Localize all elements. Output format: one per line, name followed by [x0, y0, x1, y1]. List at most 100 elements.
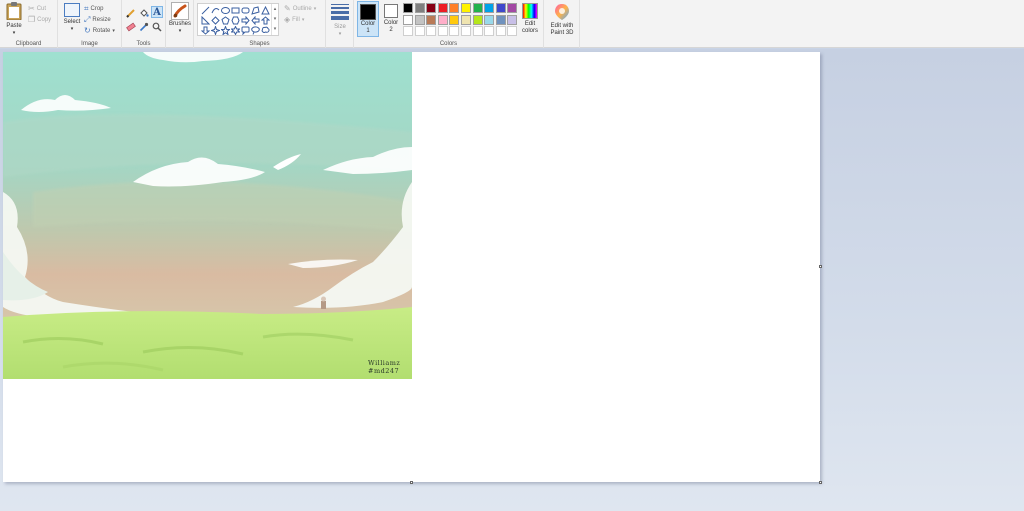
color-swatch[interactable]	[484, 26, 495, 36]
magnifier-icon[interactable]	[151, 21, 163, 33]
color-swatch[interactable]	[414, 14, 425, 25]
fill-icon[interactable]	[138, 7, 150, 19]
hexagon-icon[interactable]	[230, 15, 240, 25]
paste-label: Paste	[6, 23, 22, 29]
fill-bucket-icon: ◈	[284, 15, 291, 24]
rectangle-icon[interactable]	[230, 5, 240, 15]
color2-swatch	[384, 4, 398, 18]
curve-icon[interactable]	[210, 5, 220, 15]
color-swatch[interactable]	[414, 26, 425, 36]
color-swatch[interactable]	[426, 14, 437, 25]
color-swatch[interactable]	[426, 26, 437, 36]
paste-button[interactable]: Paste ▾	[4, 2, 24, 37]
paint3d-icon	[555, 4, 569, 20]
shapes-group: ▴ ▾ ▾ ✎ Outline ▾ ◈ Fill ▾ Shapes	[194, 0, 326, 48]
polygon-icon[interactable]	[250, 5, 260, 15]
five-point-star-icon[interactable]	[220, 25, 230, 35]
diamond-icon[interactable]	[210, 15, 220, 25]
pentagon-icon[interactable]	[220, 15, 230, 25]
color-swatch[interactable]	[449, 3, 460, 13]
copy-button[interactable]: ❐ Copy	[28, 15, 51, 24]
color-swatch[interactable]	[437, 3, 448, 13]
color-swatch[interactable]	[507, 26, 518, 36]
rounded-callout-icon[interactable]	[240, 25, 250, 35]
image-group: Select ▾ ⌗ Crop ⤢ Resize ↻ Rotate ▾ Imag…	[58, 0, 122, 48]
up-arrow-icon[interactable]	[260, 15, 270, 25]
line-width-icon	[331, 4, 349, 20]
color-swatch[interactable]	[414, 3, 425, 13]
color-swatch[interactable]	[472, 26, 483, 36]
select-icon	[64, 3, 80, 17]
outline-icon: ✎	[284, 4, 291, 13]
color-swatch[interactable]	[495, 3, 506, 13]
drawing-canvas[interactable]: Williamz #md247	[3, 52, 820, 482]
canvas-resize-handle-bottom[interactable]	[410, 481, 413, 484]
edit-with-paint3d-button[interactable]: Edit with Paint 3D	[546, 2, 578, 37]
scissors-icon: ✂	[28, 4, 35, 13]
color-swatch[interactable]	[472, 14, 483, 25]
pasted-landscape-artwork[interactable]	[3, 52, 412, 379]
right-arrow-icon[interactable]	[240, 15, 250, 25]
color-swatch[interactable]	[495, 14, 506, 25]
color-swatch[interactable]	[437, 14, 448, 25]
resize-button[interactable]: ⤢ Resize	[84, 15, 111, 25]
cut-button[interactable]: ✂ Cut	[28, 4, 46, 13]
eraser-icon[interactable]	[125, 21, 137, 33]
color-swatch[interactable]	[484, 14, 495, 25]
color-swatch[interactable]	[449, 26, 460, 36]
line-icon[interactable]	[200, 5, 210, 15]
fill-button[interactable]: ◈ Fill ▾	[284, 15, 304, 24]
canvas-resize-handle-right[interactable]	[819, 265, 822, 268]
color-wheel-icon	[522, 3, 538, 19]
cloud-callout-icon[interactable]	[260, 25, 270, 35]
color-swatch[interactable]	[461, 26, 471, 36]
outline-button[interactable]: ✎ Outline ▾	[284, 4, 316, 13]
oval-icon[interactable]	[220, 5, 230, 15]
color2-label: Color 2	[383, 20, 399, 33]
artwork-signature: Williamz #md247	[368, 359, 400, 375]
color-swatch[interactable]	[484, 3, 495, 13]
color-swatch[interactable]	[449, 14, 460, 25]
oval-callout-icon[interactable]	[250, 25, 260, 35]
color-swatch[interactable]	[426, 3, 437, 13]
color-swatch[interactable]	[507, 3, 518, 13]
tools-group: A Tools	[122, 0, 166, 48]
color-swatch[interactable]	[403, 14, 413, 25]
chevron-down-icon: ▾	[338, 31, 342, 37]
brushes-button[interactable]: Brushes ▾	[167, 2, 193, 35]
color-swatch[interactable]	[461, 14, 471, 25]
outline-label: Outline	[292, 5, 312, 12]
select-button[interactable]: Select ▾	[61, 2, 83, 33]
triangle-icon[interactable]	[260, 5, 270, 15]
color-swatch[interactable]	[437, 26, 448, 36]
down-arrow-icon[interactable]	[200, 25, 210, 35]
color1-button[interactable]: Color 1	[357, 1, 379, 37]
image-group-label: Image	[81, 41, 98, 47]
crop-button[interactable]: ⌗ Crop	[84, 4, 104, 14]
color-swatch[interactable]	[495, 26, 506, 36]
color1-label: Color 1	[360, 21, 376, 34]
rounded-rectangle-icon[interactable]	[240, 5, 250, 15]
six-point-star-icon[interactable]	[230, 25, 240, 35]
edit-colors-button[interactable]: Edit colors	[519, 2, 541, 35]
size-button[interactable]: Size ▾	[329, 2, 351, 38]
color-picker-icon[interactable]	[138, 21, 150, 33]
left-arrow-icon[interactable]	[250, 15, 260, 25]
rotate-button[interactable]: ↻ Rotate ▾	[84, 26, 115, 35]
color-palette	[403, 3, 523, 38]
fill-label: Fill	[292, 16, 300, 23]
color-swatch[interactable]	[472, 3, 483, 13]
text-icon[interactable]: A	[151, 6, 163, 18]
color-swatch[interactable]	[507, 14, 518, 25]
resize-icon: ⤢	[84, 15, 91, 24]
color2-button[interactable]: Color 2	[380, 1, 402, 37]
shapes-scroll[interactable]: ▴ ▾ ▾	[271, 4, 278, 35]
pencil-icon[interactable]	[125, 7, 137, 19]
color-swatch[interactable]	[403, 26, 413, 36]
colors-group-label: Colors	[439, 41, 458, 47]
right-triangle-icon[interactable]	[200, 15, 210, 25]
four-point-star-icon[interactable]	[210, 25, 220, 35]
color-swatch[interactable]	[461, 3, 471, 13]
canvas-resize-handle-corner[interactable]	[819, 481, 822, 484]
color-swatch[interactable]	[403, 3, 413, 13]
